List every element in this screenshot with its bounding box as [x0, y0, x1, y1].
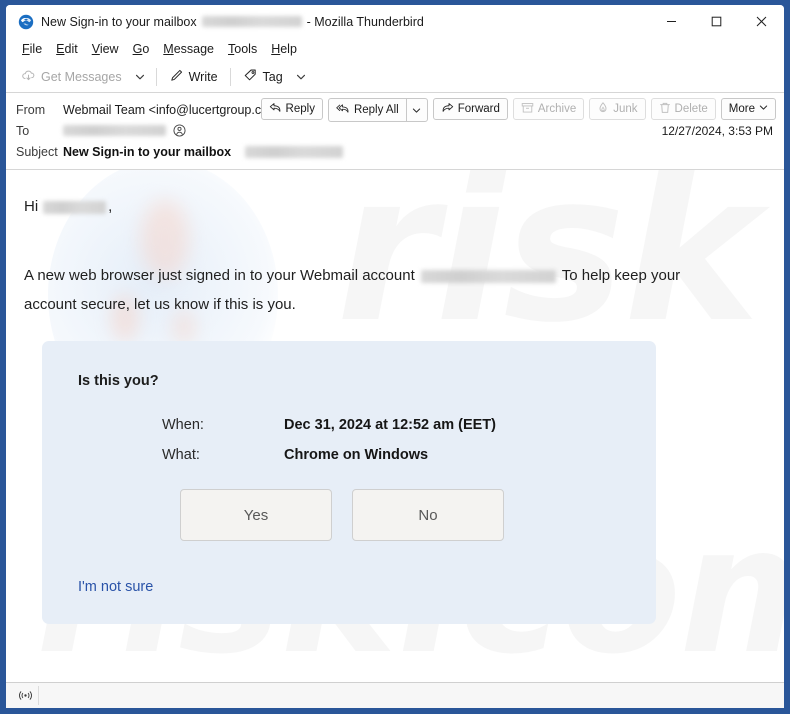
- no-button[interactable]: No: [352, 489, 504, 541]
- greeting-line: Hi,: [24, 192, 766, 221]
- close-button[interactable]: [739, 5, 784, 38]
- menu-file[interactable]: File: [15, 41, 49, 57]
- reply-all-dropdown[interactable]: [407, 99, 427, 121]
- junk-button[interactable]: Junk: [589, 98, 646, 120]
- sign-in-info-panel: Is this you? When: Dec 31, 2024 at 12:52…: [42, 341, 656, 624]
- greeting-suffix: ,: [108, 198, 113, 215]
- window-title: New Sign-in to your mailbox - Mozilla Th…: [41, 15, 424, 29]
- archive-label: Archive: [537, 103, 577, 115]
- tag-button[interactable]: Tag: [236, 65, 290, 89]
- paragraph-line-1: A new web browser just signed in to your…: [24, 261, 766, 290]
- delete-button[interactable]: Delete: [650, 98, 716, 120]
- subject-row: Subject New Sign-in to your mailbox: [16, 141, 774, 162]
- forward-icon: [441, 102, 454, 117]
- window-title-text: New Sign-in to your mailbox: [41, 14, 197, 29]
- forward-label: Forward: [457, 103, 500, 115]
- write-label: Write: [188, 69, 218, 84]
- get-messages-button[interactable]: Get Messages: [14, 65, 129, 89]
- junk-flame-icon: [597, 101, 609, 117]
- maximize-button[interactable]: [694, 5, 739, 38]
- download-cloud-icon: [21, 68, 36, 86]
- archive-button[interactable]: Archive: [512, 98, 585, 120]
- toolbar-separator-2: [229, 67, 231, 86]
- reply-icon: [269, 102, 282, 117]
- redacted-greeting-name: [43, 200, 107, 214]
- choice-button-row: Yes No: [180, 489, 656, 541]
- menu-message[interactable]: Message: [156, 41, 221, 57]
- get-messages-label: Get Messages: [41, 69, 122, 84]
- reply-button[interactable]: Reply: [260, 98, 323, 120]
- tag-icon: [243, 68, 258, 86]
- from-value[interactable]: Webmail Team <info@lucertgroup.com>: [63, 103, 286, 117]
- minimize-button[interactable]: [649, 5, 694, 38]
- not-sure-link[interactable]: I'm not sure: [78, 579, 153, 595]
- paragraph-line-2: account secure, let us know if this is y…: [24, 296, 296, 313]
- menu-tools[interactable]: Tools: [221, 41, 264, 57]
- reply-all-button[interactable]: Reply All: [329, 99, 406, 121]
- toolbar-separator-1: [155, 67, 157, 86]
- main-toolbar: Get Messages Write Tag: [6, 61, 784, 93]
- sign-in-details: When: Dec 31, 2024 at 12:52 am (EET) Wha…: [162, 417, 656, 463]
- paragraph-text-part2: To help keep your: [561, 267, 681, 284]
- what-label: What:: [162, 447, 200, 463]
- menu-help[interactable]: Help: [264, 41, 304, 57]
- delete-label: Delete: [674, 103, 708, 115]
- when-value: Dec 31, 2024 at 12:52 am (EET): [284, 417, 496, 433]
- tag-dropdown[interactable]: [290, 65, 312, 89]
- message-header: From Webmail Team <info@lucertgroup.com>…: [6, 93, 784, 170]
- menu-view[interactable]: View: [85, 41, 126, 57]
- reply-all-label: Reply All: [353, 104, 399, 116]
- tag-label: Tag: [262, 69, 283, 84]
- thunderbird-window: New Sign-in to your mailbox - Mozilla Th…: [6, 5, 784, 708]
- menu-bar: File Edit View Go Message Tools Help: [6, 38, 784, 61]
- detail-row-what: What: Chrome on Windows: [162, 447, 656, 463]
- status-bar: [6, 682, 784, 708]
- contact-card-icon[interactable]: [172, 124, 186, 138]
- reply-all-icon: [336, 103, 350, 118]
- message-action-bar: Reply Reply All Forward Archive Junk Del…: [260, 98, 776, 122]
- yes-button[interactable]: Yes: [180, 489, 332, 541]
- redacted-account-email: [420, 269, 556, 283]
- title-bar: New Sign-in to your mailbox - Mozilla Th…: [6, 5, 784, 38]
- window-controls: [649, 5, 784, 38]
- window-app-name: - Mozilla Thunderbird: [306, 14, 424, 29]
- to-row: To: [16, 120, 774, 141]
- message-body: risk risk.com Hi, A new web browser just…: [6, 170, 784, 682]
- what-value: Chrome on Windows: [284, 447, 429, 463]
- junk-label: Junk: [613, 103, 638, 115]
- greeting-prefix: Hi: [24, 198, 39, 215]
- redacted-recipient: [63, 125, 166, 136]
- redacted-title-segment: [201, 16, 302, 27]
- redacted-subject-segment: [245, 145, 344, 158]
- when-label: When:: [162, 417, 204, 433]
- trash-icon: [659, 102, 671, 117]
- detail-row-when: When: Dec 31, 2024 at 12:52 am (EET): [162, 417, 656, 433]
- panel-title: Is this you?: [78, 373, 159, 389]
- thunderbird-icon: [18, 14, 34, 30]
- chevron-down-icon: [759, 103, 768, 115]
- archive-icon: [521, 102, 534, 117]
- from-label: From: [16, 102, 46, 117]
- subject-value: New Sign-in to your mailbox: [63, 144, 232, 159]
- more-label: More: [728, 103, 755, 115]
- window-frame: New Sign-in to your mailbox - Mozilla Th…: [0, 0, 790, 714]
- menu-go[interactable]: Go: [126, 41, 157, 57]
- reply-all-group: Reply All: [327, 98, 428, 122]
- get-messages-dropdown[interactable]: [129, 65, 151, 89]
- forward-button[interactable]: Forward: [432, 98, 508, 120]
- pencil-icon: [169, 68, 184, 86]
- paragraph-text-part1: A new web browser just signed in to your…: [24, 267, 415, 284]
- message-date: 12/27/2024, 3:53 PM: [661, 124, 773, 138]
- write-button[interactable]: Write: [162, 65, 225, 89]
- to-label: To: [16, 123, 30, 138]
- menu-edit[interactable]: Edit: [49, 41, 85, 57]
- message-body-content: Hi, A new web browser just signed in to …: [6, 170, 784, 624]
- reply-label: Reply: [285, 103, 315, 115]
- more-button[interactable]: More: [720, 98, 776, 120]
- broadcast-icon[interactable]: [12, 686, 39, 705]
- subject-label: Subject: [16, 144, 58, 159]
